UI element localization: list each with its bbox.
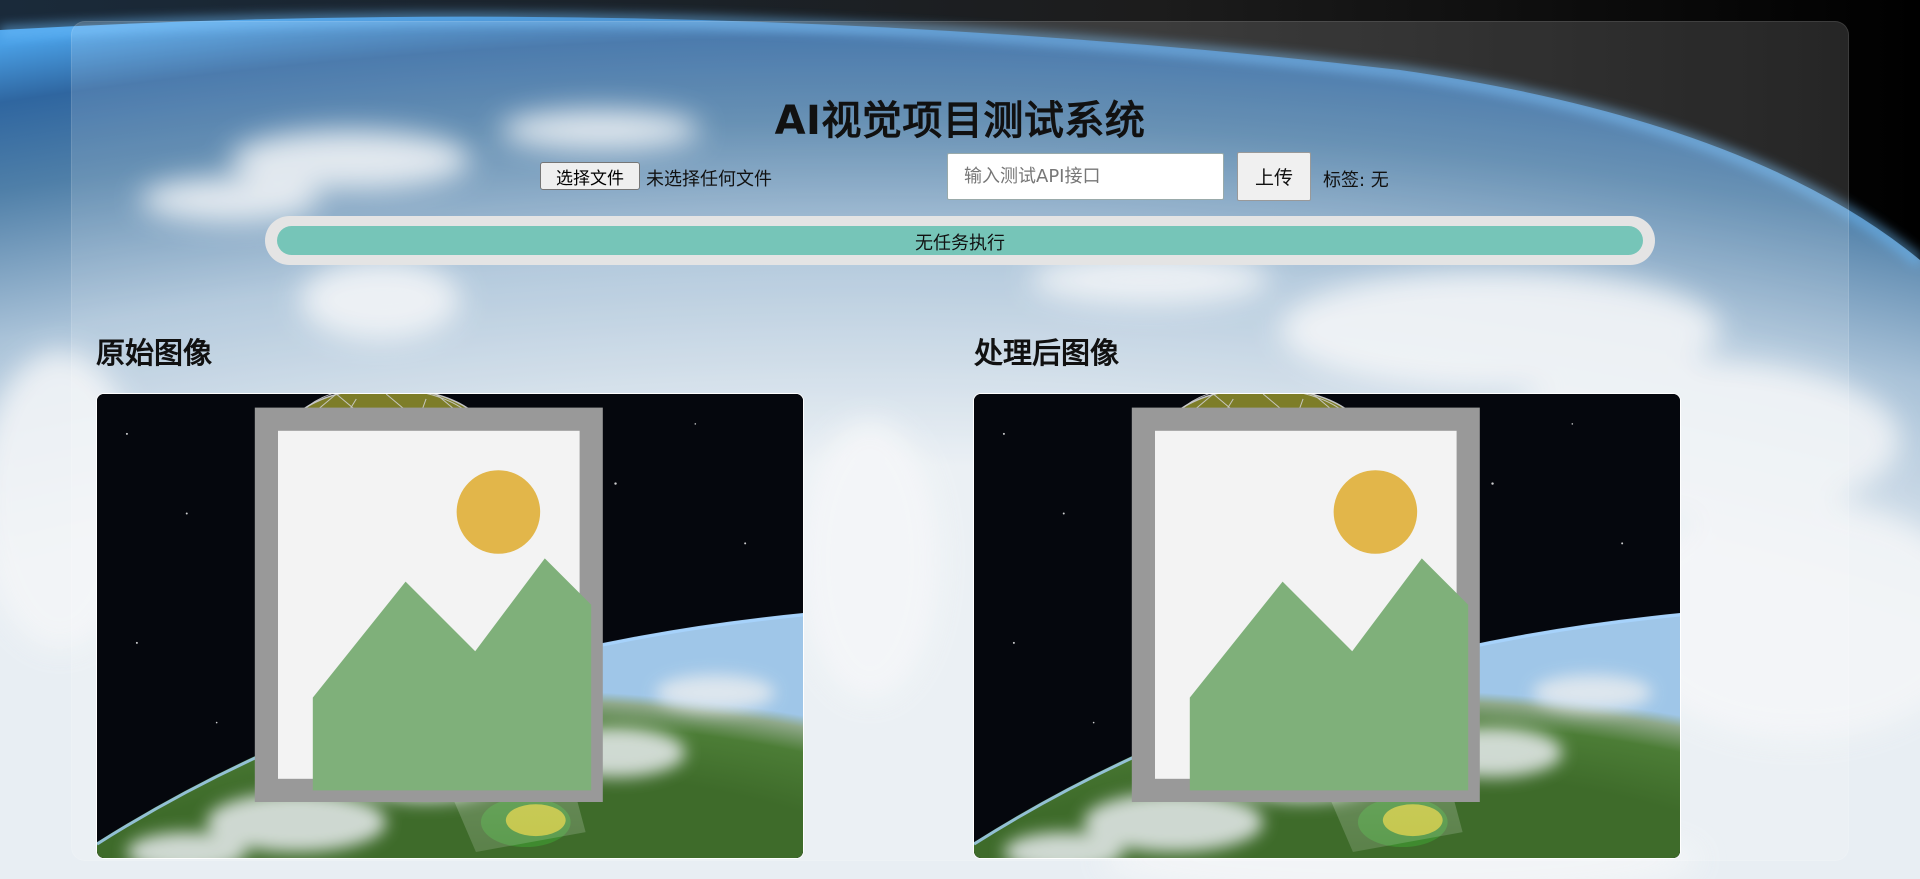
processed-image — [973, 393, 1681, 859]
choose-file-button[interactable]: 选择文件 — [540, 162, 640, 190]
progress-status-text: 无任务执行 — [915, 232, 1005, 254]
original-image — [96, 393, 804, 859]
tag-label: 标签: 无 — [1323, 170, 1389, 191]
api-endpoint-input[interactable] — [947, 153, 1224, 200]
upload-button[interactable]: 上传 — [1237, 152, 1311, 201]
file-status-text: 未选择任何文件 — [646, 169, 772, 190]
original-image-title: 原始图像 — [96, 336, 213, 370]
processed-image-title: 处理后图像 — [974, 336, 1120, 370]
broken-image-icon — [1131, 407, 1480, 802]
progress-bar: 无任务执行 — [265, 216, 1655, 265]
page-title: AI视觉项目测试系统 — [774, 98, 1146, 144]
broken-image-icon — [254, 407, 603, 802]
